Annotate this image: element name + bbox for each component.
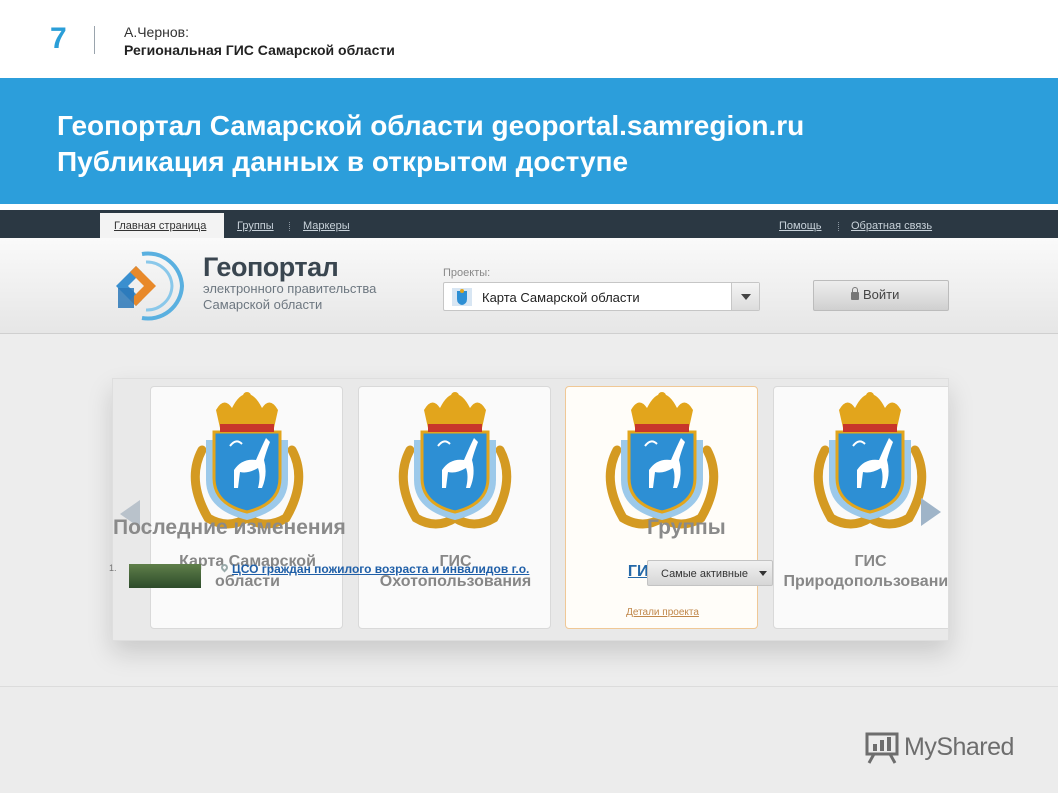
tab-home[interactable]: Главная страница <box>100 213 224 239</box>
list-item-number: 1. <box>109 563 117 573</box>
top-navigation: Главная страница Группы Маркеры Помощь О… <box>0 210 1058 239</box>
project-card[interactable]: ГИС Охотопользования <box>358 386 551 629</box>
projects-select[interactable]: Карта Самарской области <box>443 282 760 311</box>
chevron-down-icon <box>759 571 767 576</box>
watermark-text: MyShared <box>904 733 1014 761</box>
samara-coat-of-arms-icon <box>595 390 729 530</box>
logo-subtitle: электронного правительства <box>203 281 377 296</box>
geoportal-logo-icon[interactable] <box>112 250 186 322</box>
dropdown-toggle[interactable] <box>731 283 759 310</box>
nav-link-home[interactable]: Главная страница <box>114 220 206 232</box>
nav-link-feedback[interactable]: Обратная связь <box>851 220 932 232</box>
groups-heading: Группы <box>647 516 726 539</box>
samara-coat-of-arms-icon <box>803 390 937 530</box>
project-details-link[interactable]: Детали проекта <box>566 607 757 618</box>
nav-link-groups[interactable]: Группы <box>237 220 274 232</box>
watermark-logo: MyShared <box>864 730 1024 766</box>
recent-changes-heading: Последние изменения <box>113 516 346 539</box>
slide-number: 7 <box>50 22 67 55</box>
list-item-link[interactable]: ЦСО граждан пожилого возраста и инвалидо… <box>232 562 529 576</box>
login-button[interactable]: Войти <box>813 280 949 311</box>
region-emblem-icon <box>452 288 472 306</box>
nav-divider <box>289 222 290 231</box>
projects-label: Проекты: <box>443 267 491 279</box>
chevron-down-icon <box>741 294 751 300</box>
samara-coat-of-arms-icon <box>180 390 314 530</box>
presentation-board-icon <box>865 732 899 764</box>
samara-coat-of-arms-icon <box>388 390 522 530</box>
slide-subtitle: Региональная ГИС Самарской области <box>124 42 395 58</box>
projects-select-value: Карта Самарской области <box>482 290 640 305</box>
banner-title: Геопортал Самарской области geoportal.sa… <box>57 110 805 141</box>
slide: 7 А.Чернов: Региональная ГИС Самарской о… <box>0 0 1058 793</box>
banner-subtitle: Публикация данных в открытом доступе <box>57 146 629 177</box>
carousel-next-arrow-icon[interactable] <box>921 498 941 526</box>
slide-author: А.Чернов: <box>124 24 189 40</box>
list-item-thumbnail[interactable] <box>129 564 201 588</box>
project-card-active[interactable]: ГИС АПК Детали проекта <box>565 386 758 629</box>
nav-divider <box>838 222 839 231</box>
lock-icon <box>851 287 859 300</box>
nav-link-help[interactable]: Помощь <box>779 220 822 232</box>
logo-title: Геопортал <box>203 252 339 282</box>
groups-filter-value: Самые активные <box>661 568 749 580</box>
logo-subtitle: Самарской области <box>203 297 323 312</box>
projects-carousel: Карта Самарской области ГИС Охотопользован… <box>112 378 949 641</box>
nav-link-markers[interactable]: Маркеры <box>303 220 350 232</box>
project-card[interactable]: Карта Самарской области <box>150 386 343 629</box>
groups-filter-select[interactable]: Самые активные <box>647 560 773 586</box>
login-label: Войти <box>863 287 900 302</box>
website-screenshot: Главная страница Группы Маркеры Помощь О… <box>0 210 1058 793</box>
card-title: ГИС Природопользования <box>783 553 949 590</box>
divider <box>94 26 95 54</box>
